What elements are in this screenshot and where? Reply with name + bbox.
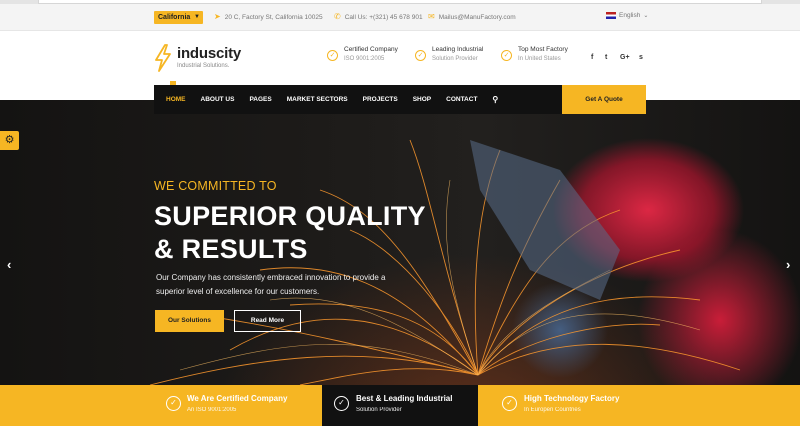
- main-nav: HOME ABOUT US PAGES MARKET SECTORS PROJE…: [154, 85, 562, 114]
- feature-subtitle: Solution Provider: [356, 407, 402, 413]
- header-feature: ✓ Certified Company ISO 9001:2005: [327, 46, 398, 62]
- address-info: ➤ 20 C, Factory St, California 10025: [214, 13, 323, 21]
- top-info-bar: California ▼ ➤ 20 C, Factory St, Califor…: [0, 4, 800, 31]
- features-strip: ✓ We Are Certified Company An ISO 9001:2…: [0, 385, 800, 426]
- header-feature-title: Certified Company: [344, 46, 398, 53]
- hero-subheading: WE COMMITTED TO: [154, 179, 277, 193]
- check-circle-icon: ✓: [415, 50, 426, 61]
- nav-item-home[interactable]: HOME: [166, 96, 186, 103]
- nav-item-projects[interactable]: PROJECTS: [363, 96, 398, 103]
- feature-block: ✓ Best & Leading Industrial Solution Pro…: [322, 385, 478, 426]
- header-feature-subtitle: In United States: [518, 56, 561, 62]
- read-more-button[interactable]: Read More: [234, 310, 301, 332]
- phone-icon: ✆: [334, 12, 341, 21]
- location-select[interactable]: California ▼: [154, 11, 203, 24]
- header-feature: ✓ Top Most Factory In United States: [501, 46, 568, 62]
- location-select-value: California: [158, 14, 191, 21]
- email-info[interactable]: ✉ Mailus@ManuFactory.com: [428, 13, 516, 21]
- feature-title: High Technology Factory: [524, 394, 620, 403]
- check-circle-icon: ✓: [334, 396, 349, 411]
- email-text: Mailus@ManuFactory.com: [438, 13, 516, 21]
- hero-slider: ⚙ ‹ › WE COMMITTED TO SUPERIOR QUALITY &…: [0, 100, 800, 385]
- header-feature: ✓ Leading Industrial Solution Provider: [415, 46, 483, 62]
- header-feature-title: Leading Industrial: [432, 46, 484, 53]
- chevron-down-icon: ⌄: [643, 13, 649, 19]
- location-pin-icon: ➤: [214, 12, 221, 21]
- hero-heading-line2: & RESULTS: [154, 234, 308, 264]
- check-circle-icon: ✓: [502, 396, 517, 411]
- search-icon[interactable]: ⚲: [492, 95, 498, 104]
- nav-item-contact[interactable]: CONTACT: [446, 96, 477, 103]
- feature-subtitle: An ISO 9001:2005: [187, 407, 237, 413]
- check-circle-icon: ✓: [327, 50, 338, 61]
- hero-heading-line1: SUPERIOR QUALITY: [154, 201, 426, 231]
- nav-item-shop[interactable]: SHOP: [413, 96, 431, 103]
- hero-description: Our Company has consistently embraced in…: [156, 273, 386, 296]
- facebook-icon[interactable]: f: [591, 54, 593, 61]
- slider-next-arrow-icon[interactable]: ›: [786, 257, 790, 272]
- language-label: English: [619, 12, 641, 19]
- header-feature-subtitle: ISO 9001:2005: [344, 56, 385, 62]
- header-feature-subtitle: Solution Provider: [432, 56, 478, 62]
- site-header: induscity Industrial Solutions. ✓ Certif…: [0, 32, 800, 85]
- header-feature-title: Top Most Factory: [518, 46, 568, 53]
- our-solutions-button[interactable]: Our Solutions: [155, 310, 224, 332]
- nav-item-about-us[interactable]: ABOUT US: [201, 96, 235, 103]
- hero-heading: SUPERIOR QUALITY & RESULTS: [154, 200, 426, 266]
- nav-item-market-sectors[interactable]: MARKET SECTORS: [287, 96, 348, 103]
- check-circle-icon: ✓: [166, 396, 181, 411]
- chevron-down-icon: ▼: [194, 14, 200, 20]
- phone-text: Call Us: +(321) 45 678 901: [344, 13, 423, 21]
- twitter-icon[interactable]: t: [605, 54, 607, 61]
- language-select[interactable]: English ⌄: [606, 12, 648, 19]
- feature-subtitle: In Europen Countries: [524, 407, 581, 413]
- slider-prev-arrow-icon[interactable]: ‹: [7, 257, 11, 272]
- feature-title: We Are Certified Company: [187, 394, 288, 403]
- flag-icon: [606, 12, 616, 19]
- nav-item-pages[interactable]: PAGES: [249, 96, 271, 103]
- settings-gear-icon[interactable]: ⚙: [0, 131, 19, 150]
- feature-block: ✓ We Are Certified Company An ISO 9001:2…: [0, 385, 322, 426]
- google-plus-icon[interactable]: G+: [620, 54, 630, 61]
- skype-icon[interactable]: s: [639, 54, 643, 61]
- address-text: 20 C, Factory St, California 10025: [224, 13, 323, 21]
- brand-tagline: Industrial Solutions.: [177, 63, 230, 69]
- phone-info: ✆ Call Us: +(321) 45 678 901: [334, 13, 423, 21]
- get-a-quote-button[interactable]: Get A Quote: [562, 85, 646, 114]
- envelope-icon: ✉: [428, 12, 435, 21]
- lightning-bolt-icon: [155, 44, 171, 72]
- brand-name[interactable]: induscity: [177, 45, 241, 62]
- feature-title: Best & Leading Industrial: [356, 394, 453, 403]
- feature-block: ✓ High Technology Factory In Europen Cou…: [478, 385, 800, 426]
- check-circle-icon: ✓: [501, 50, 512, 61]
